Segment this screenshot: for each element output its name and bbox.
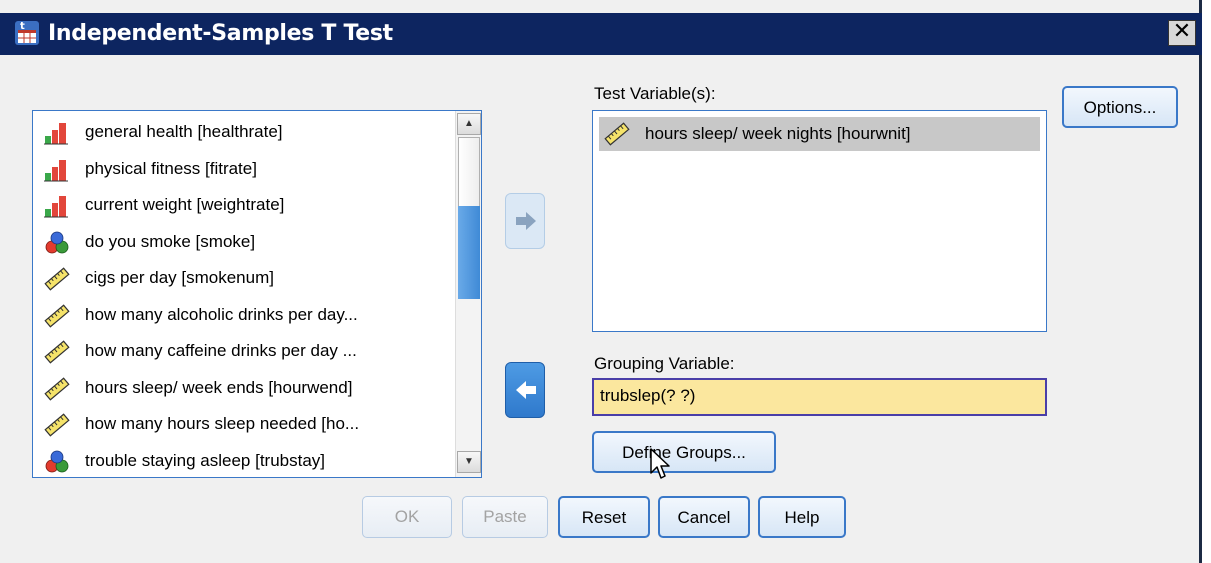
nominal-balls-icon: [45, 231, 69, 253]
scale-ruler-icon: [44, 303, 70, 328]
list-item[interactable]: how many caffeine drinks per day ...: [33, 333, 453, 370]
reset-button[interactable]: Reset: [558, 496, 650, 538]
list-item[interactable]: do you smoke [smoke]: [33, 224, 453, 261]
close-button[interactable]: ✕: [1168, 20, 1196, 46]
scale-ruler-icon: [44, 376, 70, 401]
list-item[interactable]: current weight [weightrate]: [33, 187, 453, 224]
list-item[interactable]: general health [healthrate]: [33, 114, 453, 151]
dialog-title: Independent-Samples T Test: [48, 21, 393, 46]
scroll-up-icon: ▲: [464, 118, 474, 129]
title-bar[interactable]: t Independent-Samples T Test ✕: [0, 13, 1202, 55]
grouping-variable-field[interactable]: [592, 378, 1047, 416]
arrow-left-icon: [516, 381, 536, 399]
list-item-label: trouble staying asleep [trubstay]: [85, 450, 326, 470]
t-test-dialog: t Independent-Samples T Test ✕ general h…: [0, 0, 1202, 563]
source-variable-list[interactable]: general health [healthrate] physical fitn…: [32, 110, 482, 478]
define-groups-button[interactable]: Define Groups...: [592, 431, 776, 473]
list-item[interactable]: how many alcoholic drinks per day...: [33, 297, 453, 334]
options-button[interactable]: Options...: [1062, 86, 1178, 128]
ok-button[interactable]: OK: [362, 496, 452, 538]
list-item-label: general health [healthrate]: [85, 122, 283, 141]
move-to-test-variables-button[interactable]: [505, 193, 545, 249]
scroll-track-fill: [458, 206, 480, 299]
list-item-label: how many caffeine drinks per day ...: [85, 341, 357, 360]
scroll-down-icon: ▼: [464, 456, 474, 467]
scroll-down-button[interactable]: ▼: [457, 451, 481, 473]
move-grouping-variable-button[interactable]: [505, 362, 545, 418]
list-item[interactable]: how many hours sleep needed [ho...: [33, 406, 453, 443]
list-item[interactable]: hours sleep/ week ends [hourwend]: [33, 370, 453, 407]
list-item[interactable]: hours sleep/ week nights [hourwnit]: [599, 117, 1040, 151]
list-item-label: hours sleep/ week ends [hourwend]: [85, 377, 353, 397]
test-variables-list[interactable]: hours sleep/ week nights [hourwnit]: [592, 110, 1047, 332]
paste-button[interactable]: Paste: [462, 496, 548, 538]
list-item-label: hours sleep/ week nights [hourwnit]: [645, 124, 911, 143]
nominal-balls-icon: [45, 450, 69, 472]
list-item-label: cigs per day [smokenum]: [85, 268, 274, 287]
scroll-up-button[interactable]: ▲: [457, 113, 481, 135]
scale-ruler-icon: [44, 267, 70, 291]
spss-app-icon: t: [15, 21, 39, 45]
list-item-label: how many alcoholic drinks per day...: [85, 304, 358, 324]
list-item-label: current weight [weightrate]: [85, 195, 285, 214]
list-item[interactable]: cigs per day [smokenum]: [33, 260, 453, 297]
list-item-label: physical fitness [fitrate]: [85, 158, 257, 178]
list-item[interactable]: physical fitness [fitrate]: [33, 151, 453, 188]
list-scrollbar[interactable]: ▲ ▼: [455, 111, 481, 477]
background-strip: [1202, 0, 1211, 563]
ordinal-bar-icon: [44, 159, 68, 181]
help-button[interactable]: Help: [758, 496, 846, 538]
grouping-variable-label: Grouping Variable:: [594, 354, 735, 373]
scale-ruler-icon: [604, 122, 630, 146]
scale-ruler-icon: [44, 340, 70, 364]
scale-ruler-icon: [44, 413, 70, 437]
list-item[interactable]: trouble staying asleep [trubstay]: [33, 443, 453, 478]
arrow-right-icon: [516, 212, 536, 230]
close-icon: ✕: [1172, 19, 1192, 44]
list-item-label: how many hours sleep needed [ho...: [85, 414, 360, 433]
list-item-label: do you smoke [smoke]: [85, 231, 256, 251]
mouse-pointer-icon: [650, 448, 670, 479]
ordinal-bar-icon: [44, 123, 68, 145]
grouping-variable-input[interactable]: [600, 386, 1030, 406]
svg-text:t: t: [20, 21, 25, 32]
ordinal-bar-icon: [44, 196, 68, 218]
test-variables-label: Test Variable(s):: [594, 84, 716, 103]
cancel-button[interactable]: Cancel: [658, 496, 750, 538]
